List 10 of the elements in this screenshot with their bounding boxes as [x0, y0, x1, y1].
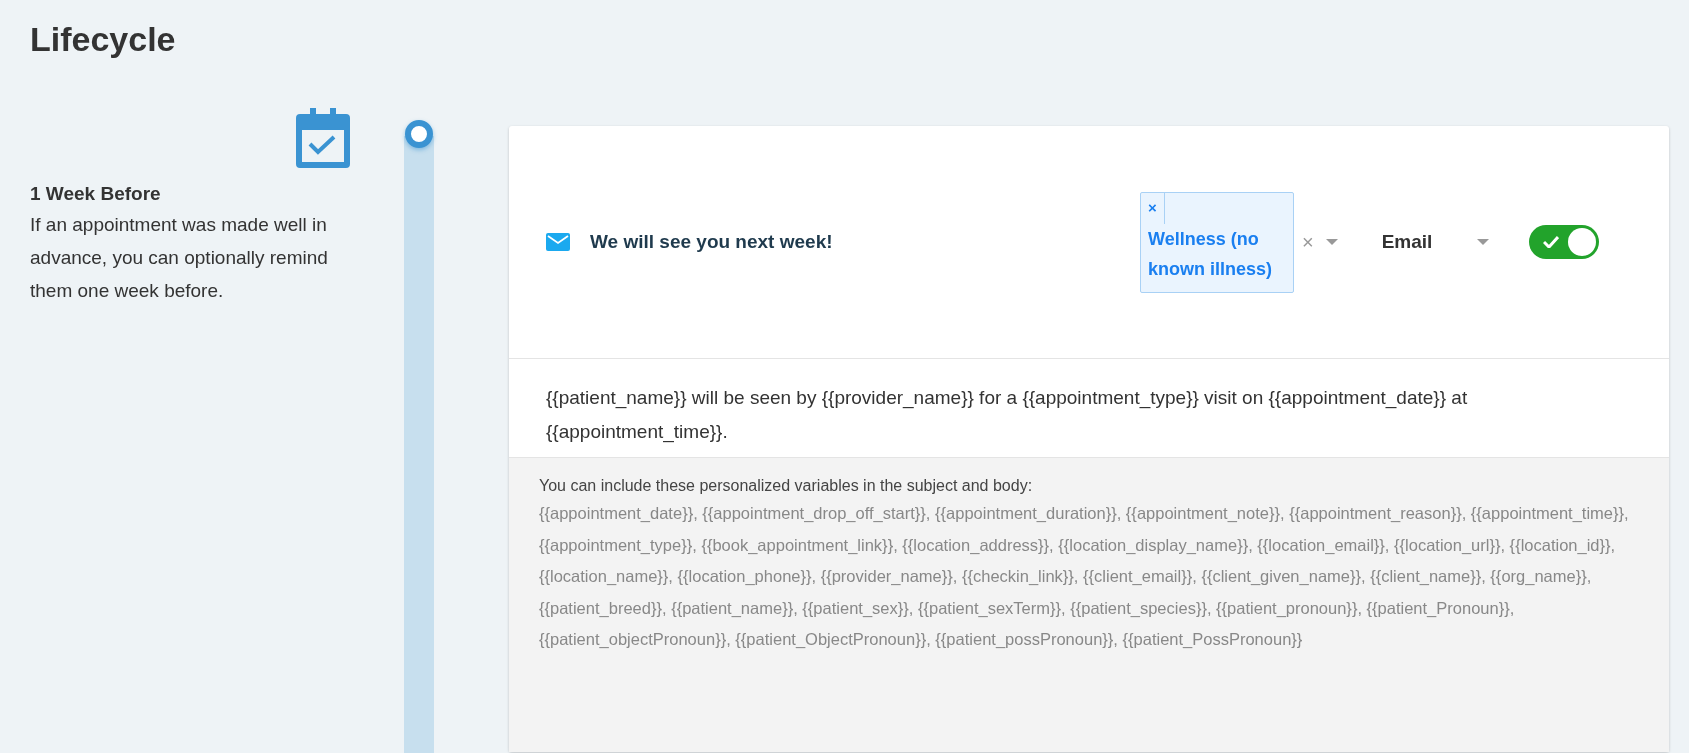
- message-subject: We will see you next week!: [590, 231, 834, 253]
- page-title: Lifecycle: [30, 19, 177, 60]
- variable-list: {{appointment_date}}, {{appointment_drop_off_start}}, {{appointment_duration}}, {{appointment_note}}, {{appointment_reason}}, {{appointment_time}}, {{appointment_type}}, {{book_appointment_link}}, {{location_address}}, {{location_display_name}}, {{location_email}}, {{location_url}}, {{location_id}}, {{location_name}}, {{location_phone}}, {{provider_name}}, {{checkin_link}}, {{client_email}}, {{client_given_name}}, {{client_name}}, {{org_name}}, {{patient_breed}}, {{patient_name}}, {{patient_sex}}, {{patient_sexTerm}}, {{patient_species}}, {{patient_pronoun}}, {{patient_Pronoun}}, {{patient_objectPronoun}}, {{patient_ObjectPronoun}}, {{patient_possPronoun}}, {{patient_PossPronoun}}: [539, 498, 1639, 656]
- channel-select[interactable]: Email: [1381, 231, 1477, 253]
- tag-label: Wellness (no known illness): [1147, 227, 1274, 281]
- step-title: 1 Week Before: [30, 182, 162, 206]
- help-text: You can include these personalized variables in the subject and body:: [539, 476, 1034, 496]
- remove-tag-button[interactable]: ×: [1141, 192, 1165, 224]
- clear-button[interactable]: ×: [1298, 230, 1318, 254]
- step-description: If an appointment was made well in advance, you can optionally remind them one week before.: [30, 213, 329, 303]
